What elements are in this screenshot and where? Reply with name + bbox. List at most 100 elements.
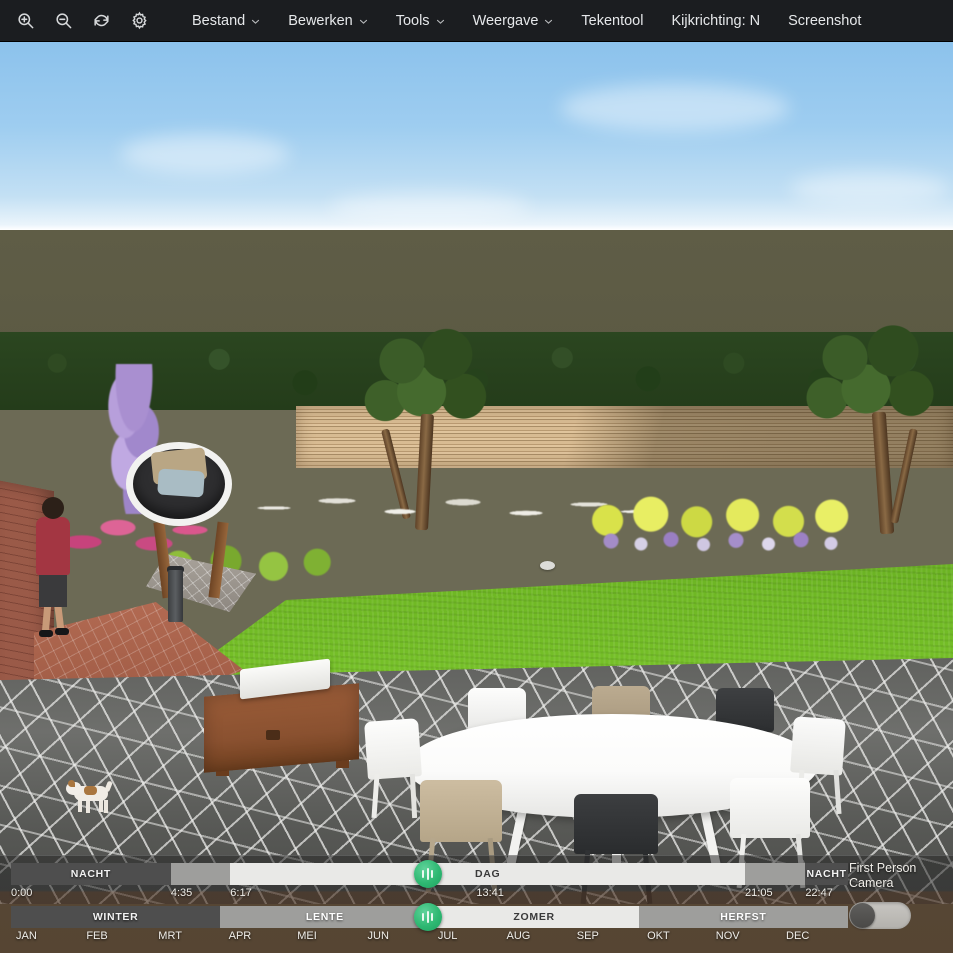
slider-segment: NACHT: [11, 863, 171, 885]
tick-label: 0:00: [11, 887, 33, 899]
handle-grip: [431, 870, 434, 878]
handle-grip: [431, 913, 434, 921]
first-person-camera-toggle[interactable]: [849, 902, 911, 929]
slider-segment: DAG: [230, 863, 746, 885]
chevron-down-icon: [436, 17, 445, 26]
tick-label: SEP: [576, 930, 599, 942]
first-person-camera-control[interactable]: First Person Camera: [849, 861, 945, 929]
slider-segment: WINTER: [11, 906, 221, 928]
menu-label: Bewerken: [288, 12, 353, 29]
slider-segment: LENTE: [220, 906, 430, 928]
tick-label: 4:35: [170, 887, 193, 899]
zoom-out-icon[interactable]: [44, 0, 82, 42]
tick-label: JAN: [16, 930, 37, 942]
chevron-down-icon: [359, 17, 368, 26]
application-window: Bestand Bewerken Tools Weergave Tekentoo…: [0, 0, 953, 953]
menu-label: Tekentool: [581, 12, 644, 29]
cloud: [790, 172, 950, 206]
day-night-slider-handle[interactable]: [413, 860, 442, 888]
handle-grip: [426, 911, 429, 923]
slider-segment-label: NACHT: [806, 868, 847, 880]
menu-label: Kijkrichting: N: [671, 12, 761, 29]
menu-item-bestand[interactable]: Bestand: [178, 0, 274, 42]
month-tick-labels: JAN FEB MRT APR MEI JUN JUL AUG SEP OKT NOV DEC: [11, 928, 848, 948]
slider-segment-label: ZOMER: [513, 911, 555, 923]
settings-gear-icon[interactable]: [120, 0, 158, 42]
slider-segment: HERFST: [638, 906, 848, 928]
tick-label: AUG: [506, 930, 531, 942]
fpc-label-line2: Camera: [849, 876, 894, 890]
menu-item-bewerken[interactable]: Bewerken: [274, 0, 381, 42]
slider-segment-label: NACHT: [70, 868, 112, 880]
menu-label: Weergave: [472, 12, 539, 29]
person-torso: [36, 517, 70, 575]
menu-label: Bestand: [192, 12, 246, 29]
tick-label: JUL: [437, 930, 458, 942]
menu-item-tools[interactable]: Tools: [382, 0, 459, 42]
dog-leg: [86, 800, 90, 813]
3d-garden-viewport[interactable]: [0, 42, 953, 953]
first-person-camera-label: First Person Camera: [849, 861, 945, 891]
tick-label: OKT: [647, 930, 670, 942]
chevron-down-icon: [544, 17, 553, 26]
purple-flower-bed: [596, 526, 846, 556]
slider-segment-label: HERFST: [720, 911, 767, 923]
season-slider-handle[interactable]: [413, 903, 442, 931]
person-leg: [41, 604, 52, 634]
egg-chair-stand: [152, 522, 230, 598]
dog-ear: [68, 780, 75, 787]
tick-label: DEC: [786, 930, 810, 942]
menu-item-tekentool[interactable]: Tekentool: [567, 0, 657, 42]
dog-patch: [84, 786, 97, 795]
zoom-in-icon[interactable]: [6, 0, 44, 42]
tick-label: NOV: [715, 930, 740, 942]
person-head: [42, 497, 64, 519]
egg-chair-pillow: [157, 468, 205, 498]
person-shoe: [55, 628, 69, 635]
person-skirt: [39, 573, 67, 607]
slider-segment-label: DAG: [474, 868, 501, 880]
menu-label: Screenshot: [788, 12, 862, 29]
cloud: [330, 192, 530, 222]
bottom-control-panel: NACHT DAG NACHT 0:00 4:35 6:17 13:41 21:05 22:4…: [0, 855, 953, 953]
refresh-icon[interactable]: [82, 0, 120, 42]
cloud: [560, 84, 790, 132]
menu-item-weergave[interactable]: Weergave: [459, 0, 568, 42]
day-night-slider[interactable]: NACHT DAG NACHT 0:00 4:35 6:17 13:41 21:05 22:4…: [11, 860, 848, 905]
tick-label: 6:17: [230, 887, 252, 899]
slider-segment: NACHT: [805, 863, 848, 885]
slider-segment-label: WINTER: [92, 911, 139, 923]
dining-chair: [364, 718, 422, 819]
panel-divider: [0, 855, 953, 856]
toggle-knob: [850, 903, 875, 928]
season-slider[interactable]: WINTER LENTE ZOMER HERFST JAN FEB MRT APR MEI JU…: [11, 903, 848, 948]
menu-item-screenshot[interactable]: Screenshot: [774, 0, 875, 42]
garden-ball-object: [540, 561, 555, 570]
handle-grip: [422, 870, 425, 878]
dog-leg: [104, 800, 108, 813]
fpc-label-line1: First Person: [849, 861, 917, 875]
tick-label: FEB: [86, 930, 108, 942]
top-menu-bar: Bestand Bewerken Tools Weergave Tekentoo…: [0, 0, 953, 42]
person-shoe: [39, 630, 53, 637]
menu-item-kijkrichting[interactable]: Kijkrichting: N: [657, 0, 774, 42]
tick-label: MRT: [158, 930, 182, 942]
slider-segment: ZOMER: [429, 906, 639, 928]
menu-label: Tools: [395, 12, 430, 29]
garden-bollard-light: [168, 570, 183, 622]
menu-item-group: Bestand Bewerken Tools Weergave Tekentoo…: [178, 0, 875, 42]
person-figure: [30, 497, 78, 637]
tick-label: 22:47: [805, 887, 833, 899]
tick-label: MEI: [297, 930, 317, 942]
tick-label: 21:05: [745, 887, 773, 899]
tick-label: APR: [228, 930, 252, 942]
slider-segment: [170, 863, 231, 885]
slider-segment-label: LENTE: [305, 911, 344, 923]
cloud: [120, 134, 290, 174]
storage-bench: [204, 683, 359, 773]
dog-figure: [66, 780, 118, 814]
tick-label: JUN: [367, 930, 389, 942]
tick-label: 13:41: [476, 887, 504, 899]
day-night-tick-labels: 0:00 4:35 6:17 13:41 21:05 22:47: [11, 885, 848, 905]
handle-grip: [426, 868, 429, 880]
